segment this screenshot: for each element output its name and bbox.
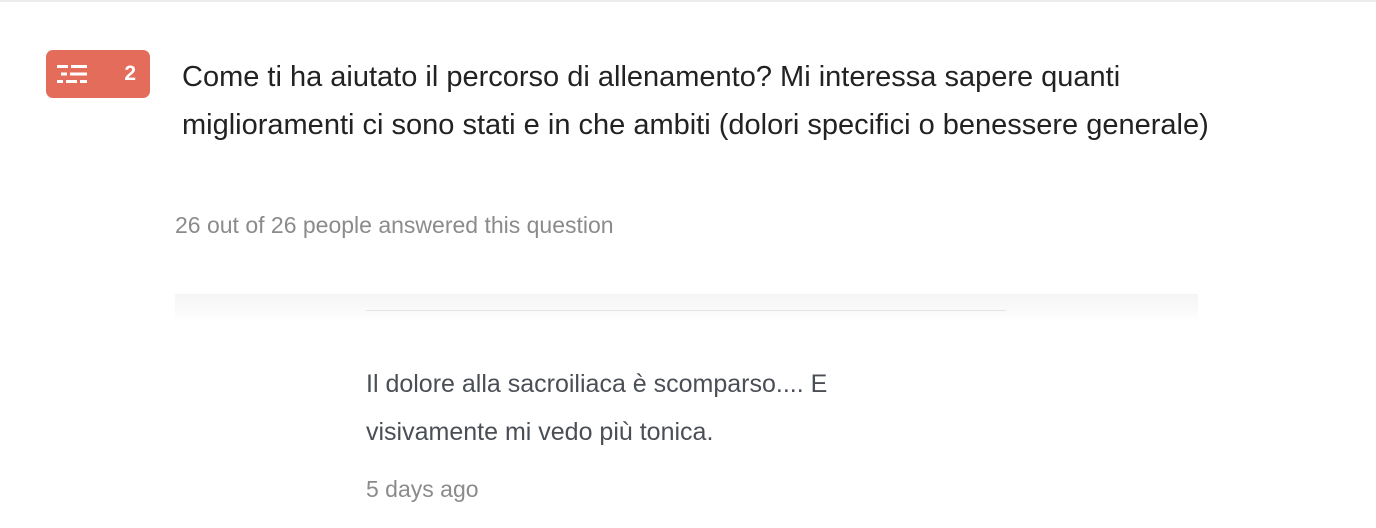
question-results-page: 2 Come ti ha aiutato il percorso di alle… [0, 0, 1376, 528]
response-summary: 26 out of 26 people answered this questi… [175, 212, 614, 238]
question-title: Come ti ha aiutato il percorso di allena… [182, 61, 1209, 141]
answer-timestamp: 5 days ago [366, 476, 479, 502]
answer-divider [366, 310, 1006, 311]
panel-shade [175, 294, 1198, 322]
top-divider [0, 0, 1376, 2]
answer-text: Il dolore alla sacroiliaca è scomparso..… [366, 370, 828, 446]
text-lines-icon [57, 65, 87, 83]
answer-card: Il dolore alla sacroiliaca è scomparso..… [175, 294, 1198, 528]
question-number: 2 [124, 62, 136, 85]
question-number-badge: 2 [46, 50, 150, 98]
